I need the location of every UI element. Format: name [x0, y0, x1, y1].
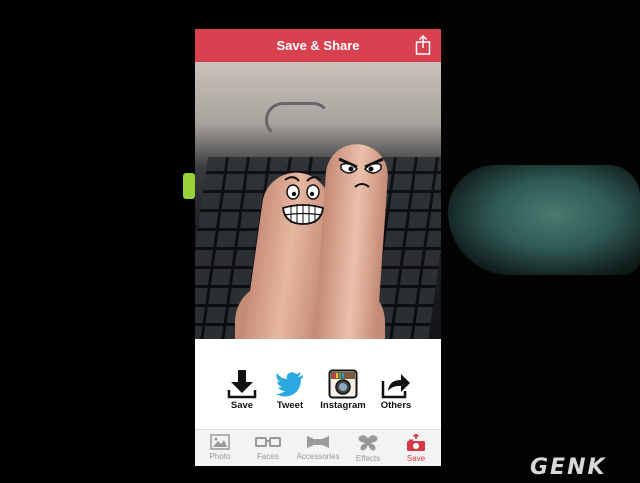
tweet-action-label: Tweet — [276, 400, 304, 411]
tab-faces[interactable]: Faces — [243, 434, 293, 461]
share-icon[interactable] — [415, 35, 431, 55]
grinning-face-sticker[interactable] — [277, 172, 329, 232]
glasses-icon — [255, 437, 281, 447]
instagram-action-label: Instagram — [320, 400, 366, 411]
phone-screen: Save & Share Save Tweet Instagram Others… — [195, 29, 441, 466]
tab-effects-label: Effects — [355, 454, 381, 463]
share-arrow-icon — [381, 374, 410, 399]
header-bar: Save & Share — [195, 29, 441, 62]
download-icon — [227, 370, 257, 399]
save-action-label: Save — [230, 400, 254, 411]
tab-effects[interactable]: Effects — [343, 434, 393, 463]
photo-cable — [265, 102, 331, 138]
angry-face-sticker[interactable] — [335, 147, 387, 197]
photo-icon — [210, 434, 230, 450]
page-title: Save & Share — [276, 38, 360, 53]
background-green-object — [183, 173, 195, 199]
genk-watermark: GENK — [530, 455, 607, 480]
tweet-action-button[interactable]: Tweet — [265, 369, 315, 411]
save-action-button[interactable]: Save — [217, 369, 267, 411]
bottom-tab-bar: Photo Faces Accessories Effects Save — [195, 429, 441, 466]
butterfly-icon — [358, 435, 378, 451]
background-left — [0, 0, 195, 483]
tab-save-label: Save — [406, 454, 426, 463]
edited-photo — [195, 62, 441, 339]
instagram-action-button[interactable]: Instagram — [318, 369, 368, 411]
background-blurred-object — [448, 165, 640, 275]
tab-faces-label: Faces — [257, 452, 279, 461]
camera-upload-icon — [407, 434, 425, 451]
bowtie-icon — [307, 436, 329, 448]
tab-save[interactable]: Save — [391, 434, 441, 463]
tab-photo-label: Photo — [209, 452, 231, 461]
tab-accessories[interactable]: Accessories — [293, 434, 343, 461]
others-action-button[interactable]: Others — [371, 369, 421, 411]
tab-accessories-label: Accessories — [296, 452, 340, 461]
others-action-label: Others — [380, 400, 412, 411]
tab-photo[interactable]: Photo — [195, 434, 245, 461]
twitter-bird-icon — [276, 372, 303, 397]
instagram-camera-icon — [328, 369, 358, 399]
